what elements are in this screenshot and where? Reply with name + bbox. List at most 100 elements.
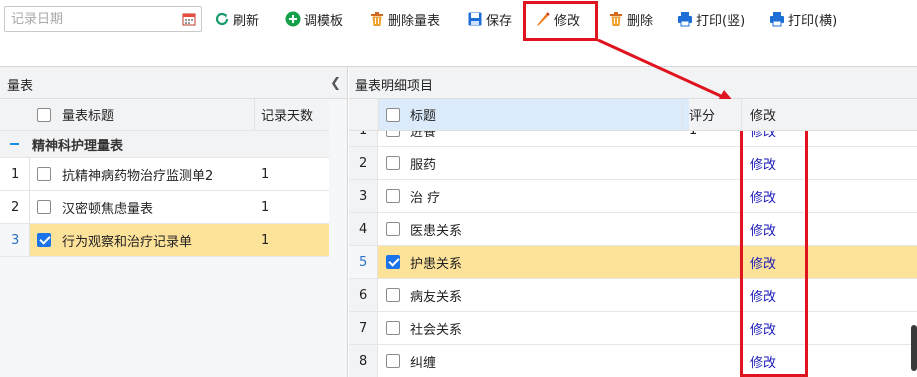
column-divider [682, 99, 683, 130]
row-checkbox[interactable] [386, 345, 400, 377]
row-number-divider [29, 191, 30, 223]
row-checkbox[interactable] [386, 279, 400, 311]
row-checkbox[interactable] [386, 312, 400, 344]
row-number: 2 [359, 155, 368, 171]
delete-button[interactable]: 删除 [608, 9, 653, 29]
annotation-box-edit-button [523, 1, 598, 41]
template-label: 调模板 [304, 13, 344, 29]
annotation-box-edit-column [740, 100, 808, 377]
group-label: 精神科护理量表 [32, 138, 124, 154]
scale-table-header: 量表标题 记录天数 [0, 99, 329, 131]
table-row[interactable]: 7 社会关系 修改 [349, 312, 917, 345]
row-checkbox[interactable] [37, 191, 51, 223]
row-checkbox[interactable] [386, 147, 400, 179]
print-portrait-button[interactable]: 打印(竖) [677, 9, 745, 29]
save-button[interactable]: 保存 [467, 9, 512, 29]
row-number: 1 [11, 166, 20, 182]
row-number: 3 [359, 188, 368, 204]
printer-icon [770, 12, 784, 27]
scale-panel-title: 量表 [7, 79, 34, 94]
table-row[interactable]: 2 服药 修改 [349, 147, 917, 180]
table-row-selected[interactable]: 5 护患关系 修改 [349, 246, 917, 279]
select-all-checkbox[interactable] [386, 99, 400, 130]
row-checkbox[interactable] [386, 180, 400, 212]
detail-panel-header: 量表明细项目 [349, 67, 917, 99]
record-days-cell: 1 [261, 232, 270, 248]
row-checkbox[interactable] [37, 158, 51, 190]
item-title-cell: 医患关系 [410, 223, 463, 239]
row-number: 5 [359, 254, 368, 270]
detail-table-body: 1 进餐 1 修改 2 服药 修改 3 治 疗 修改 [349, 114, 917, 377]
select-all-checkbox[interactable] [37, 99, 51, 130]
print-landscape-button[interactable]: 打印(横) [769, 9, 837, 29]
row-number: 3 [11, 232, 20, 248]
column-header-title[interactable]: 量表标题 [62, 99, 114, 130]
row-number: 8 [359, 353, 368, 369]
table-row[interactable]: 1 抗精神病药物治疗监测单2 1 [0, 158, 329, 191]
column-header-days[interactable]: 记录天数 [261, 99, 313, 130]
date-picker[interactable] [4, 6, 202, 32]
row-number-divider [29, 224, 30, 256]
record-days-cell: 1 [261, 199, 270, 215]
row-number: 2 [11, 199, 20, 215]
refresh-button[interactable]: 刷新 [214, 9, 259, 29]
scale-panel: 量表 ❮ 量表标题 记录天数 精神科护理量表 1 抗精神病药物治疗监测单2 1 … [0, 67, 348, 377]
item-title-cell: 纠缠 [410, 355, 437, 371]
scale-title-cell: 行为观察和治疗记录单 [62, 234, 193, 250]
table-row[interactable]: 3 治 疗 修改 [349, 180, 917, 213]
collapse-group-icon[interactable] [0, 131, 19, 157]
delete-scale-label: 删除量表 [388, 13, 441, 29]
row-number: 6 [359, 287, 368, 303]
row-checkbox-checked[interactable] [386, 246, 400, 278]
column-header-title[interactable]: 标题 [410, 99, 436, 130]
column-divider [378, 99, 379, 130]
scale-panel-header: 量表 ❮ [0, 67, 347, 99]
plus-circle-icon [285, 11, 301, 27]
table-row[interactable]: 2 汉密顿焦虑量表 1 [0, 191, 329, 224]
item-title-cell: 护患关系 [410, 256, 463, 272]
scale-table: 量表标题 记录天数 精神科护理量表 1 抗精神病药物治疗监测单2 1 2 汉密顿… [0, 99, 329, 257]
column-header-score[interactable]: 评分 [689, 99, 715, 130]
column-header-edit[interactable]: 修改 [750, 99, 776, 130]
item-title-cell: 病友关系 [410, 289, 463, 305]
delete-label: 删除 [627, 13, 654, 29]
trash-icon [371, 12, 383, 26]
scale-title-cell: 抗精神病药物治疗监测单2 [62, 168, 214, 184]
toolbar: 刷新 调模板 删除量表 保存 修改 [0, 0, 917, 40]
column-divider [254, 99, 255, 130]
scale-title-cell: 汉密顿焦虑量表 [62, 201, 154, 217]
item-title-cell: 服药 [410, 157, 437, 173]
refresh-icon [215, 12, 229, 26]
detail-panel: 量表明细项目 1 进餐 1 修改 2 服药 修改 3 [349, 67, 917, 377]
detail-table[interactable]: 1 进餐 1 修改 2 服药 修改 3 治 疗 修改 [349, 99, 917, 377]
column-divider [741, 99, 742, 130]
chevron-left-icon[interactable]: ❮ [330, 76, 341, 91]
print-portrait-label: 打印(竖) [696, 13, 746, 29]
delete-scale-button[interactable]: 删除量表 [369, 9, 440, 29]
calendar-icon[interactable] [182, 12, 196, 26]
print-landscape-label: 打印(横) [788, 13, 838, 29]
group-row[interactable]: 精神科护理量表 [0, 131, 329, 158]
record-days-cell: 1 [261, 166, 270, 182]
row-checkbox[interactable] [386, 213, 400, 245]
detail-panel-title: 量表明细项目 [355, 79, 434, 94]
table-row-selected[interactable]: 3 行为观察和治疗记录单 1 [0, 224, 329, 257]
table-row[interactable]: 6 病友关系 修改 [349, 279, 917, 312]
table-row[interactable]: 4 医患关系 修改 [349, 213, 917, 246]
refresh-label: 刷新 [233, 13, 260, 29]
row-number-divider [29, 158, 30, 190]
save-label: 保存 [486, 13, 513, 29]
item-title-cell: 治 疗 [410, 190, 441, 206]
template-button[interactable]: 调模板 [285, 9, 343, 29]
vertical-scrollbar[interactable] [911, 325, 917, 371]
table-row[interactable]: 8 纠缠 修改 [349, 345, 917, 377]
row-number: 7 [359, 320, 368, 336]
printer-icon [678, 12, 692, 27]
trash-icon [610, 12, 622, 26]
detail-table-header: 标题 评分 修改 [349, 99, 917, 131]
row-number: 4 [359, 221, 368, 237]
row-checkbox-checked[interactable] [37, 224, 51, 256]
item-title-cell: 社会关系 [410, 322, 463, 338]
record-date-input[interactable] [5, 7, 175, 31]
save-icon [468, 12, 482, 26]
